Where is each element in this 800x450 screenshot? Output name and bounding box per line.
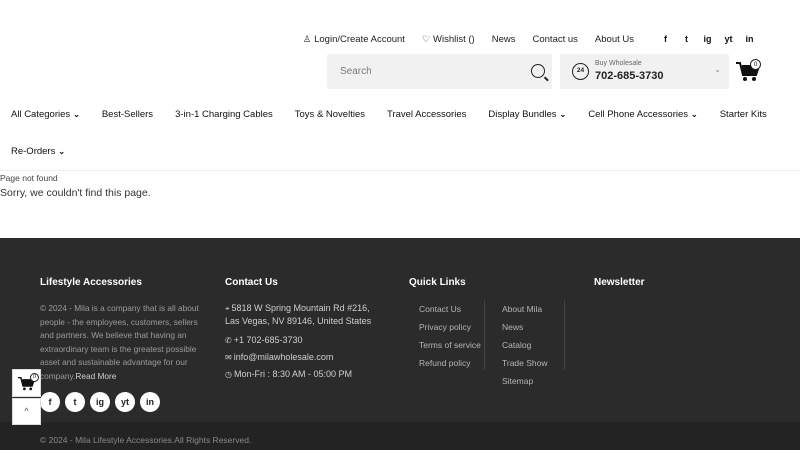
phone-dropdown[interactable]: 24 Buy Wholesale 702-685-3730 ⌄ bbox=[560, 54, 729, 89]
footer-hours: ◷ Mon-Fri : 8:30 AM - 05:00 PM bbox=[225, 368, 352, 381]
facebook-icon[interactable]: f bbox=[655, 34, 676, 44]
chevron-down-icon: ⌄ bbox=[73, 110, 80, 119]
youtube-icon[interactable]: yt bbox=[115, 392, 135, 412]
read-more-link[interactable]: Read More bbox=[75, 371, 116, 381]
nav-charging-cables[interactable]: 3-in-1 Charging Cables bbox=[175, 109, 273, 120]
heart-icon: ♡ bbox=[421, 33, 431, 44]
chevron-down-icon: ⌄ bbox=[691, 110, 698, 119]
quick-links-col2: About Mila News Catalog Trade Show Sitem… bbox=[502, 303, 548, 393]
footer-link-news[interactable]: News bbox=[502, 321, 548, 339]
cart-count-badge: 0 bbox=[750, 59, 761, 70]
footer-phone[interactable]: ✆ +1 702-685-3730 bbox=[225, 334, 303, 347]
footer-about-title: Lifestyle Accessories bbox=[40, 277, 142, 288]
contact-us-link[interactable]: Contact us bbox=[533, 34, 578, 45]
chevron-up-icon: ^ bbox=[24, 406, 29, 416]
mail-icon: ✉ bbox=[225, 353, 232, 362]
footer-link-about-mila[interactable]: About Mila bbox=[502, 303, 548, 321]
chevron-down-icon: ⌄ bbox=[714, 65, 721, 74]
login-link[interactable]: ♙ Login/Create Account bbox=[303, 34, 405, 45]
footer-social: f t ig yt in bbox=[40, 392, 160, 412]
footer-link-trade-show[interactable]: Trade Show bbox=[502, 357, 548, 375]
nav-travel-accessories[interactable]: Travel Accessories bbox=[387, 109, 466, 120]
youtube-icon[interactable]: yt bbox=[718, 34, 739, 44]
address-text: 5818 W Spring Mountain Rd #216, Las Vega… bbox=[225, 303, 372, 326]
search-icon[interactable] bbox=[531, 64, 545, 78]
floating-cart-button[interactable]: 0 bbox=[12, 369, 41, 397]
footer-about-text: © 2024 - Mila is a company that is all a… bbox=[40, 302, 205, 383]
search-box bbox=[327, 54, 552, 89]
hours-text: Mon-Fri : 8:30 AM - 05:00 PM bbox=[233, 369, 353, 379]
breadcrumb: Page not found bbox=[0, 173, 58, 183]
footer-quick-links-title: Quick Links bbox=[409, 277, 466, 288]
nav-label: Cell Phone Accessories bbox=[588, 109, 689, 120]
phone-number: 702-685-3730 bbox=[595, 70, 664, 82]
location-icon: ⌖ bbox=[225, 304, 230, 313]
top-links: ♙ Login/Create Account ♡ Wishlist () News … bbox=[303, 32, 760, 46]
wishlist-label: Wishlist () bbox=[433, 33, 475, 45]
footer-contact-title: Contact Us bbox=[225, 277, 278, 288]
quick-links-col1: Contact Us Privacy policy Terms of servi… bbox=[419, 303, 481, 375]
phone-label: Buy Wholesale bbox=[595, 60, 642, 67]
nav-row: All Categories ⌄ Best-Sellers 3-in-1 Char… bbox=[0, 96, 800, 133]
footer-link-catalog[interactable]: Catalog bbox=[502, 339, 548, 357]
nav-label: Display Bundles bbox=[488, 109, 557, 120]
footer-link-terms[interactable]: Terms of service bbox=[419, 339, 481, 357]
cart-button[interactable]: 0 bbox=[736, 59, 761, 82]
nav-toys-novelties[interactable]: Toys & Novelties bbox=[295, 109, 365, 120]
chevron-down-icon: ⌄ bbox=[559, 110, 567, 119]
instagram-icon[interactable]: ig bbox=[90, 392, 110, 412]
nav-cell-phone-accessories[interactable]: Cell Phone Accessories ⌄ bbox=[588, 109, 698, 120]
quick-links-divider bbox=[484, 300, 485, 370]
back-to-top-button[interactable]: ^ bbox=[12, 398, 41, 425]
nav-re-orders[interactable]: Re-Orders ⌄ bbox=[11, 146, 65, 157]
nav-label: Re-Orders bbox=[11, 146, 56, 157]
login-label: Login/Create Account bbox=[314, 33, 405, 45]
chevron-down-icon: ⌄ bbox=[58, 147, 66, 156]
nav-divider bbox=[0, 170, 800, 171]
footer-link-contact-us[interactable]: Contact Us bbox=[419, 303, 481, 321]
about-us-link[interactable]: About Us bbox=[595, 34, 634, 45]
footer-address: ⌖ 5818 W Spring Mountain Rd #216, Las Veg… bbox=[225, 302, 385, 328]
footer-link-sitemap[interactable]: Sitemap bbox=[502, 375, 548, 393]
search-input[interactable] bbox=[327, 54, 522, 89]
email-text: info@milawholesale.com bbox=[233, 352, 334, 362]
nav-all-categories[interactable]: All Categories ⌄ bbox=[11, 109, 80, 120]
quick-links-divider bbox=[564, 300, 565, 370]
linkedin-icon[interactable]: in bbox=[140, 392, 160, 412]
twitter-icon[interactable]: t bbox=[65, 392, 85, 412]
main-nav: All Categories ⌄ Best-Sellers 3-in-1 Char… bbox=[0, 96, 800, 170]
footer-email[interactable]: ✉ info@milawholesale.com bbox=[225, 351, 333, 364]
phone-text: +1 702-685-3730 bbox=[233, 335, 303, 345]
nav-row: Re-Orders ⌄ bbox=[0, 133, 800, 170]
about-body: © 2024 - Mila is a company that is all a… bbox=[40, 303, 199, 381]
cart-count-badge: 0 bbox=[30, 373, 39, 382]
nav-display-bundles[interactable]: Display Bundles ⌄ bbox=[488, 109, 566, 120]
nav-starter-kits[interactable]: Starter Kits bbox=[720, 109, 767, 120]
user-icon: ♙ bbox=[303, 33, 312, 44]
copyright: © 2024 - Mila Lifestyle Accessories.All … bbox=[40, 435, 252, 445]
footer-link-refund[interactable]: Refund policy bbox=[419, 357, 481, 375]
not-found-message: Sorry, we couldn't find this page. bbox=[0, 187, 151, 199]
instagram-icon[interactable]: ig bbox=[697, 34, 718, 44]
header-social: f t ig yt in bbox=[655, 34, 760, 44]
nav-best-sellers[interactable]: Best-Sellers bbox=[102, 109, 153, 120]
clock-icon: ◷ bbox=[225, 370, 232, 379]
linkedin-icon[interactable]: in bbox=[739, 34, 760, 44]
support-24-icon: 24 bbox=[572, 63, 589, 80]
footer-link-privacy[interactable]: Privacy policy bbox=[419, 321, 481, 339]
twitter-icon[interactable]: t bbox=[676, 34, 697, 44]
facebook-icon[interactable]: f bbox=[40, 392, 60, 412]
footer-newsletter-title: Newsletter bbox=[594, 277, 645, 288]
wishlist-link[interactable]: ♡ Wishlist () bbox=[422, 34, 475, 45]
news-link[interactable]: News bbox=[492, 34, 516, 45]
phone-icon: ✆ bbox=[225, 336, 232, 345]
nav-label: All Categories bbox=[11, 109, 71, 120]
